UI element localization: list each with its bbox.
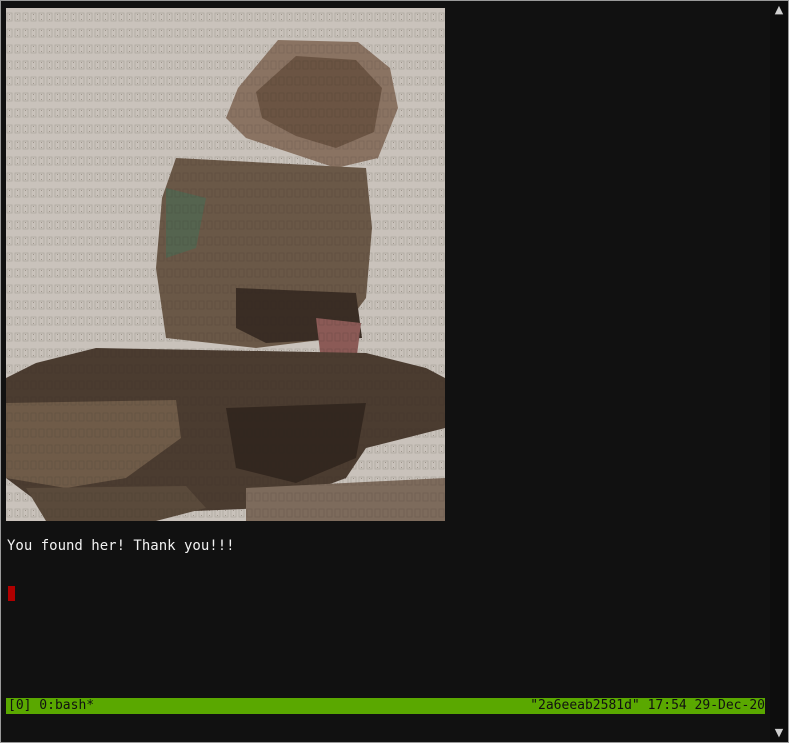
vertical-scrollbar[interactable]: ▲ ▼ [770, 1, 788, 742]
ascii-art-image [6, 8, 445, 521]
scroll-down-icon[interactable]: ▼ [770, 724, 788, 742]
tmux-window-list[interactable]: [0] 0:bash* [8, 698, 94, 714]
tmux-status-right: "2a6eeab2581d" 17:54 29-Dec-20 [530, 698, 765, 713]
scroll-up-icon[interactable]: ▲ [770, 1, 788, 19]
terminal-pane[interactable]: You found her! Thank you!!! [0] 0:bash* … [6, 8, 766, 720]
monkey-silhouette [6, 8, 445, 521]
terminal-output-line: You found her! Thank you!!! [7, 538, 235, 554]
terminal-window: You found her! Thank you!!! [0] 0:bash* … [0, 0, 789, 743]
text-cursor [8, 586, 15, 601]
tmux-status-bar: [0] 0:bash* "2a6eeab2581d" 17:54 29-Dec-… [6, 698, 765, 714]
